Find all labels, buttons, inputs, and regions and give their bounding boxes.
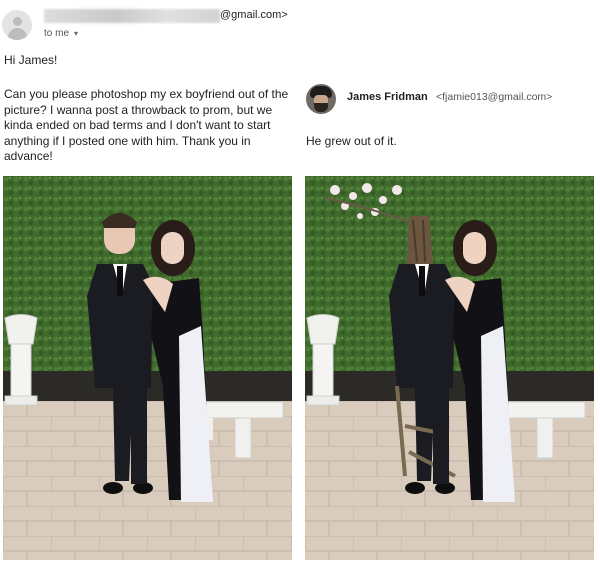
avatar-beard-shape (314, 103, 328, 112)
avatar-head-shape (13, 17, 22, 26)
avatar-body-shape (8, 28, 27, 40)
reply-avatar[interactable] (306, 84, 336, 114)
reply-text: He grew out of it. (306, 134, 397, 148)
sender-avatar[interactable] (2, 10, 32, 40)
original-photo[interactable] (3, 176, 292, 560)
recipient-line[interactable]: to me ▾ (44, 28, 78, 39)
reply-sender-email: <fjamie013@gmail.com> (436, 91, 553, 103)
edited-photo[interactable] (305, 176, 594, 560)
chevron-down-icon[interactable]: ▾ (74, 29, 78, 38)
sender-email-domain: @gmail.com> (220, 9, 288, 21)
edited-photo-art (305, 176, 594, 560)
email-greeting: Hi James! (4, 53, 58, 67)
email-body: Can you please photoshop my ex boyfriend… (4, 87, 289, 163)
recipient-label: to me (44, 28, 70, 39)
sender-name-redacted (44, 9, 220, 23)
original-photo-art (3, 176, 292, 560)
reply-sender-name: James Fridman (347, 91, 428, 103)
